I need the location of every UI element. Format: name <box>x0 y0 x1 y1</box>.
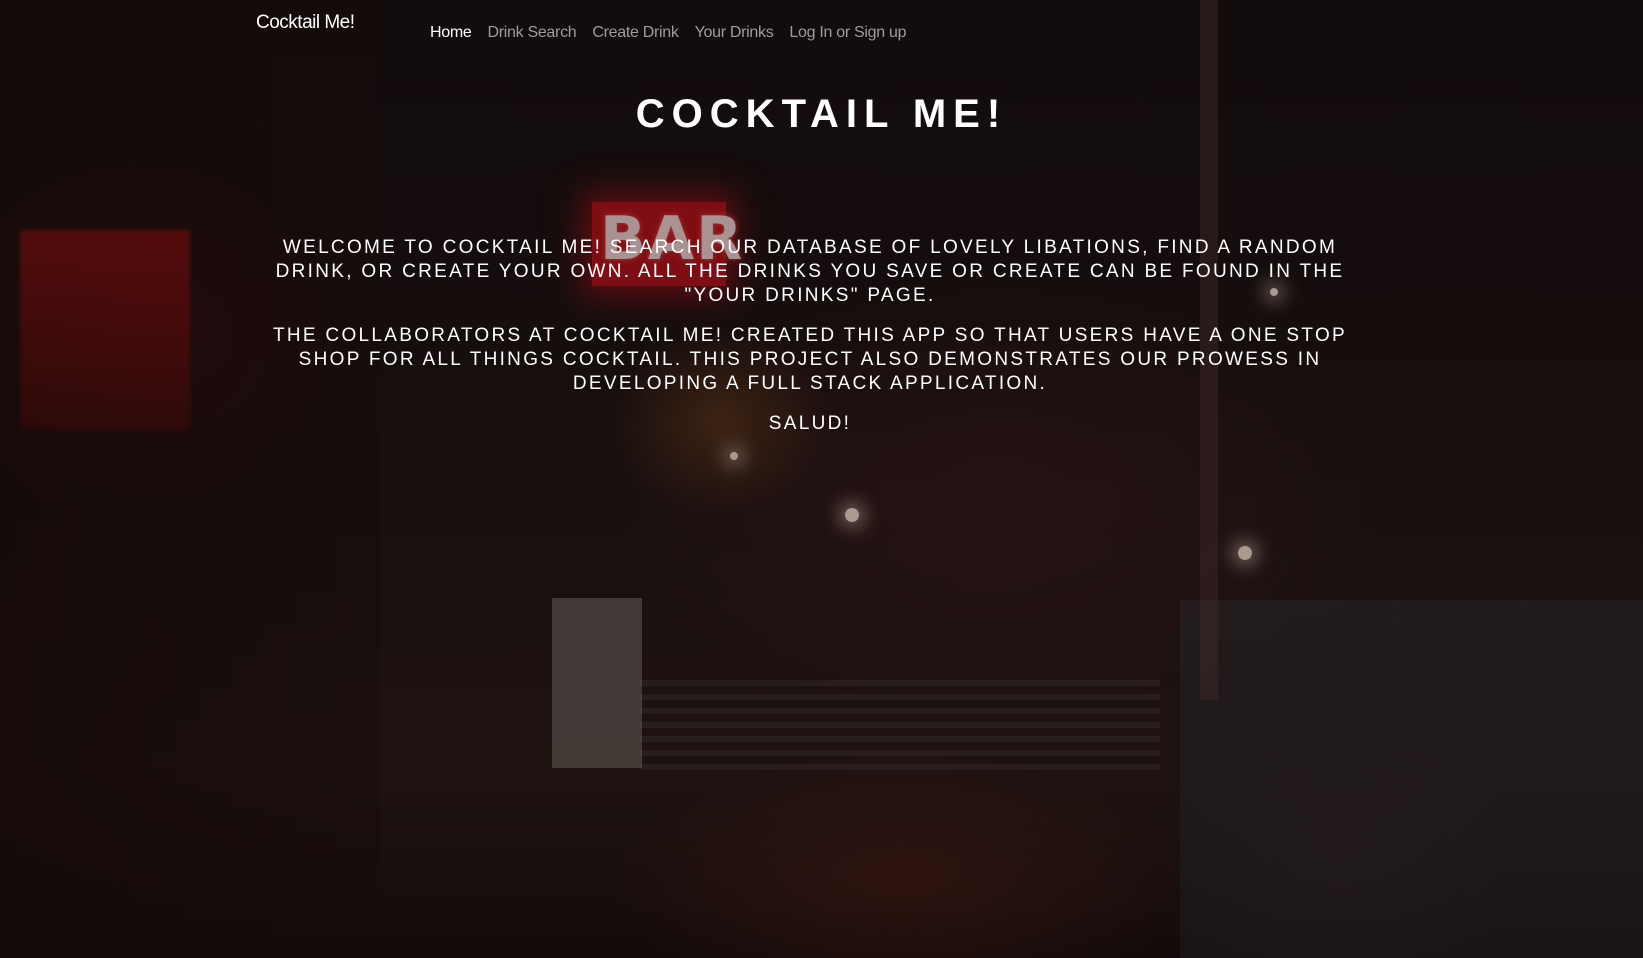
background-photo: BAR <box>0 0 1643 958</box>
nav-link-login-signup[interactable]: Log In or Sign up <box>781 24 914 42</box>
nav-link-drink-search[interactable]: Drink Search <box>479 24 584 42</box>
page: BAR Cocktail Me! Home Drink Search Creat… <box>0 0 1643 958</box>
nav-link-create-drink[interactable]: Create Drink <box>584 24 686 42</box>
navbar: Cocktail Me! Home Drink Search Create Dr… <box>0 0 1643 60</box>
welcome-content: Welcome to Cocktail Me! Search our datab… <box>240 236 1380 452</box>
brand-link[interactable]: Cocktail Me! <box>256 12 355 34</box>
about-paragraph: The collaborators at Cocktail Me! create… <box>272 325 1348 394</box>
background-dim-overlay <box>0 0 1643 958</box>
nav-link-your-drinks[interactable]: Your Drinks <box>687 24 782 42</box>
welcome-paragraph: Welcome to Cocktail Me! Search our datab… <box>275 237 1345 306</box>
nav-link-home[interactable]: Home <box>422 24 479 42</box>
salud-paragraph: Salud! <box>768 413 852 434</box>
nav-links: Home Drink Search Create Drink Your Drin… <box>422 24 914 42</box>
page-title: COCKTAIL ME! <box>635 92 1008 136</box>
